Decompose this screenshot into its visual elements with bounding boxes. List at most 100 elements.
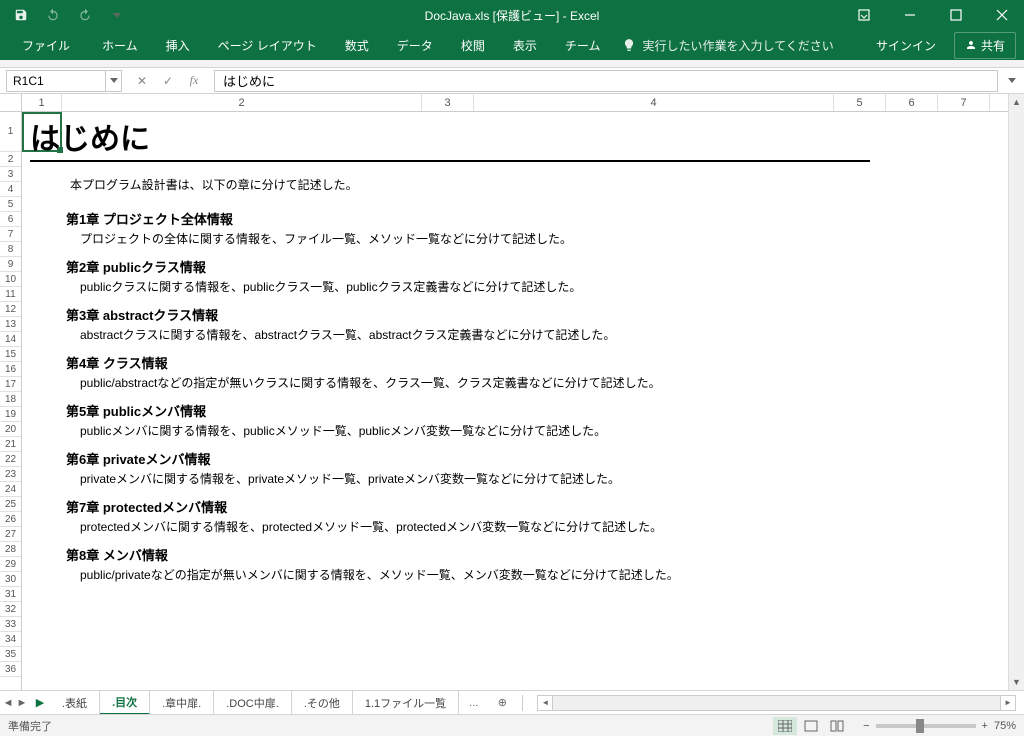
hscroll-track[interactable] [553,695,1000,711]
row-header[interactable]: 9 [0,257,21,272]
row-header[interactable]: 18 [0,392,21,407]
minimize-button[interactable] [888,0,932,30]
row-header[interactable]: 3 [0,167,21,182]
more-tabs-button[interactable]: ... [459,697,488,709]
cancel-formula-button[interactable]: ✕ [130,70,154,92]
sheet-tab[interactable]: .目次 [100,691,150,715]
row-header[interactable]: 27 [0,527,21,542]
tab-formulas[interactable]: 数式 [331,30,383,60]
horizontal-scrollbar[interactable]: ◄ ► [537,695,1016,711]
row-header[interactable]: 10 [0,272,21,287]
sheet-tab[interactable]: .DOC中扉. [214,691,292,715]
row-header[interactable]: 24 [0,482,21,497]
zoom-level[interactable]: 75% [994,720,1016,732]
normal-view-button[interactable] [773,717,797,735]
sheet-tab[interactable]: .章中扉. [150,691,214,715]
row-header[interactable]: 26 [0,512,21,527]
tab-review[interactable]: 校閲 [447,30,499,60]
row-header[interactable]: 19 [0,407,21,422]
share-button[interactable]: 共有 [954,32,1016,59]
row-header[interactable]: 8 [0,242,21,257]
zoom-thumb[interactable] [916,719,924,733]
column-header[interactable]: 3 [422,94,474,111]
scroll-down-button[interactable]: ▼ [1009,674,1024,690]
row-header[interactable]: 12 [0,302,21,317]
sheet-tab[interactable]: .その他 [292,691,353,715]
tab-nav-buttons[interactable]: ◄ ► [0,697,30,709]
redo-button[interactable] [72,2,98,28]
row-header[interactable]: 22 [0,452,21,467]
row-header[interactable]: 7 [0,227,21,242]
tab-page-layout[interactable]: ページ レイアウト [204,30,331,60]
vertical-scrollbar[interactable]: ▲ ▼ [1008,112,1024,690]
column-header[interactable]: 6 [886,94,938,111]
name-box-dropdown[interactable] [106,70,122,92]
tab-team[interactable]: チーム [551,30,615,60]
save-button[interactable] [8,2,34,28]
tell-me-search[interactable]: 実行したい作業を入力してください [622,37,833,54]
ribbon-options-button[interactable] [842,0,886,30]
formula-bar-expand[interactable] [1004,70,1020,92]
formula-bar: R1C1 ✕ ✓ fx はじめに [0,68,1024,94]
sheet-tab[interactable]: .表紙 [50,691,100,715]
tab-home[interactable]: ホーム [88,30,152,60]
zoom-slider[interactable] [876,724,976,728]
document-content: はじめに 本プログラム設計書は、以下の章に分けて記述した。 第1章 プロジェクト… [30,112,1014,593]
row-header[interactable]: 15 [0,347,21,362]
row-header[interactable]: 14 [0,332,21,347]
page-break-view-button[interactable] [825,717,849,735]
row-header[interactable]: 2 [0,152,21,167]
column-header[interactable]: 2 [62,94,422,111]
tab-file[interactable]: ファイル [8,30,84,60]
tab-view[interactable]: 表示 [499,30,551,60]
insert-function-button[interactable]: fx [182,70,206,92]
zoom-in-button[interactable]: + [982,720,988,732]
column-header[interactable]: 1 [22,94,62,111]
row-header[interactable]: 6 [0,212,21,227]
row-header[interactable]: 5 [0,197,21,212]
row-header[interactable]: 30 [0,572,21,587]
tab-insert[interactable]: 挿入 [152,30,204,60]
row-header[interactable]: 36 [0,662,21,677]
page-layout-view-button[interactable] [799,717,823,735]
column-header[interactable]: 5 [834,94,886,111]
row-header[interactable]: 23 [0,467,21,482]
signin-link[interactable]: サインイン [866,37,946,54]
select-all-corner[interactable] [0,94,22,111]
row-header[interactable]: 13 [0,317,21,332]
close-button[interactable] [980,0,1024,30]
hscroll-left[interactable]: ◄ [537,695,553,711]
column-header[interactable]: 4 [474,94,834,111]
row-header[interactable]: 21 [0,437,21,452]
row-header[interactable]: 20 [0,422,21,437]
formula-input[interactable]: はじめに [214,70,998,92]
undo-button[interactable] [40,2,66,28]
row-header[interactable]: 32 [0,602,21,617]
row-header[interactable]: 16 [0,362,21,377]
enter-formula-button[interactable]: ✓ [156,70,180,92]
row-header[interactable]: 17 [0,377,21,392]
row-header[interactable]: 1 [0,112,21,152]
chapter-title: 第4章 クラス情報 [66,353,1014,372]
row-header[interactable]: 35 [0,647,21,662]
hscroll-right[interactable]: ► [1000,695,1016,711]
tab-scroll-right[interactable]: ▶ [30,696,50,709]
tab-data[interactable]: データ [383,30,447,60]
row-header[interactable]: 33 [0,617,21,632]
maximize-button[interactable] [934,0,978,30]
cell-grid[interactable]: はじめに 本プログラム設計書は、以下の章に分けて記述した。 第1章 プロジェクト… [22,112,1024,690]
row-header[interactable]: 4 [0,182,21,197]
name-box[interactable]: R1C1 [6,70,106,92]
sheet-tab[interactable]: 1.1ファイル一覧 [353,691,459,715]
scroll-track[interactable] [1009,112,1024,674]
qat-customize-button[interactable] [104,2,130,28]
row-header[interactable]: 29 [0,557,21,572]
row-header[interactable]: 11 [0,287,21,302]
row-header[interactable]: 34 [0,632,21,647]
add-sheet-button[interactable]: ⊕ [488,696,516,709]
column-header[interactable]: 7 [938,94,990,111]
row-header[interactable]: 25 [0,497,21,512]
row-header[interactable]: 28 [0,542,21,557]
row-header[interactable]: 31 [0,587,21,602]
zoom-out-button[interactable]: − [863,720,869,732]
